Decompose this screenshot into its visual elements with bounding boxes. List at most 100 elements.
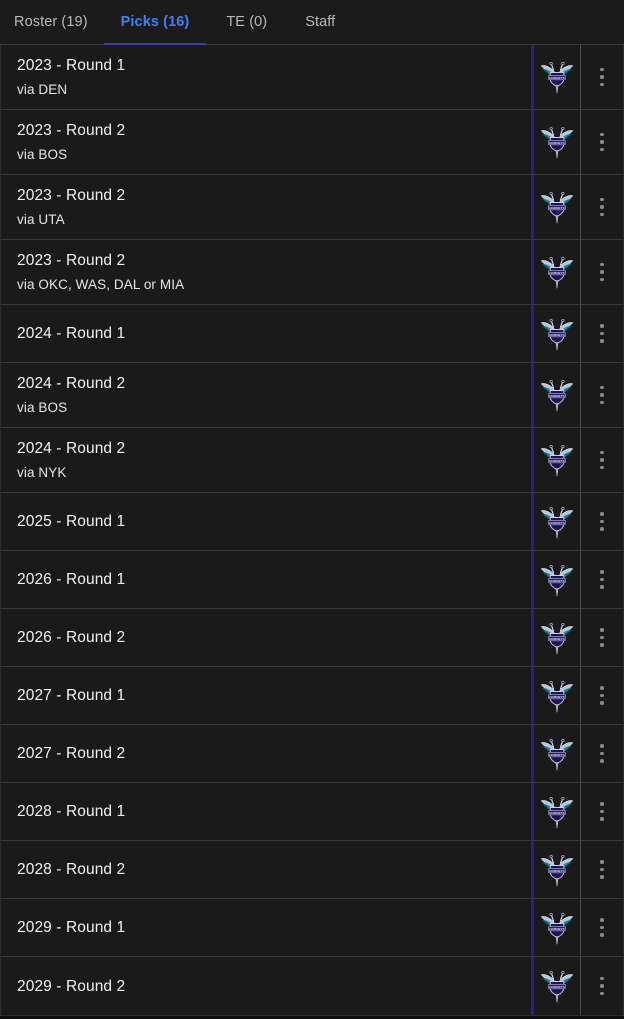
pick-via-team: via NYK: [17, 465, 67, 480]
row-menu-button[interactable]: [581, 841, 623, 898]
row-menu-button[interactable]: [581, 240, 623, 304]
hornets-logo-icon: HORNETS: [540, 796, 574, 828]
pick-info: 2026 - Round 2: [1, 609, 531, 666]
tab-te[interactable]: TE (0): [206, 0, 287, 45]
row-menu-button[interactable]: [581, 551, 623, 608]
team-logo-cell[interactable]: HORNETS: [531, 725, 581, 782]
pick-via-team: via UTA: [17, 212, 65, 227]
pick-via-team: via DEN: [17, 82, 68, 97]
pick-row[interactable]: 2024 - Round 1 HORNETS: [1, 305, 623, 363]
row-menu-button[interactable]: [581, 363, 623, 427]
pick-info: 2029 - Round 2: [1, 957, 531, 1015]
row-menu-button[interactable]: [581, 667, 623, 724]
pick-row[interactable]: 2027 - Round 2 HORNETS: [1, 725, 623, 783]
row-menu-button[interactable]: [581, 957, 623, 1015]
team-logo-cell[interactable]: HORNETS: [531, 899, 581, 956]
pick-row[interactable]: 2028 - Round 2 HORNETS: [1, 841, 623, 899]
pick-row[interactable]: 2024 - Round 2 via BOS HORNETS: [1, 363, 623, 428]
kebab-menu-icon: [600, 512, 604, 531]
pick-row[interactable]: 2026 - Round 2 HORNETS: [1, 609, 623, 667]
row-menu-button[interactable]: [581, 428, 623, 492]
kebab-menu-icon: [600, 132, 604, 152]
svg-text:HORNETS: HORNETS: [549, 206, 565, 210]
pick-row[interactable]: 2023 - Round 2 via UTA HORNETS: [1, 175, 623, 240]
pick-info: 2027 - Round 2: [1, 725, 531, 782]
pick-info: 2023 - Round 1 via DEN: [1, 45, 531, 109]
row-menu-button[interactable]: [581, 45, 623, 109]
team-logo-cell[interactable]: HORNETS: [531, 841, 581, 898]
pick-title: 2028 - Round 2: [17, 861, 126, 878]
pick-via-team: via BOS: [17, 400, 68, 415]
svg-text:HORNETS: HORNETS: [549, 636, 565, 640]
pick-info: 2025 - Round 1: [1, 493, 531, 550]
row-menu-button[interactable]: [581, 725, 623, 782]
hornets-logo-icon: HORNETS: [540, 61, 574, 94]
hornets-logo-icon: HORNETS: [540, 970, 574, 1003]
tab-roster[interactable]: Roster (19): [0, 0, 104, 45]
pick-row[interactable]: 2028 - Round 1 HORNETS: [1, 783, 623, 841]
tab-roster-label: Roster (19): [14, 14, 88, 30]
pick-row[interactable]: 2024 - Round 2 via NYK HORNETS: [1, 428, 623, 493]
row-menu-button[interactable]: [581, 899, 623, 956]
pick-info: 2024 - Round 2 via NYK: [1, 428, 531, 492]
row-menu-button[interactable]: [581, 175, 623, 239]
pick-info: 2024 - Round 1: [1, 305, 531, 362]
kebab-menu-icon: [600, 802, 604, 821]
svg-text:HORNETS: HORNETS: [549, 332, 565, 336]
hornets-logo-icon: HORNETS: [540, 912, 574, 944]
kebab-menu-icon: [600, 686, 604, 705]
team-logo-cell[interactable]: HORNETS: [531, 175, 581, 239]
pick-info: 2023 - Round 2 via UTA: [1, 175, 531, 239]
tab-staff[interactable]: Staff: [287, 0, 353, 45]
pick-info: 2028 - Round 2: [1, 841, 531, 898]
kebab-menu-icon: [600, 262, 604, 282]
pick-row[interactable]: 2025 - Round 1 HORNETS: [1, 493, 623, 551]
pick-title: 2025 - Round 1: [17, 513, 126, 530]
row-menu-button[interactable]: [581, 110, 623, 174]
pick-info: 2029 - Round 1: [1, 899, 531, 956]
pick-title: 2029 - Round 1: [17, 919, 126, 936]
kebab-menu-icon: [600, 570, 604, 589]
tab-staff-label: Staff: [305, 14, 336, 30]
hornets-logo-icon: HORNETS: [540, 256, 574, 289]
team-logo-cell[interactable]: HORNETS: [531, 428, 581, 492]
pick-row[interactable]: 2029 - Round 1 HORNETS: [1, 899, 623, 957]
hornets-logo-icon: HORNETS: [540, 318, 574, 350]
pick-row[interactable]: 2027 - Round 1 HORNETS: [1, 667, 623, 725]
pick-row[interactable]: 2029 - Round 2 HORNETS: [1, 957, 623, 1015]
hornets-logo-icon: HORNETS: [540, 379, 574, 412]
team-logo-cell[interactable]: HORNETS: [531, 305, 581, 362]
team-logo-cell[interactable]: HORNETS: [531, 240, 581, 304]
svg-text:HORNETS: HORNETS: [549, 752, 565, 756]
pick-row[interactable]: 2023 - Round 1 via DEN HORNETS: [1, 45, 623, 110]
svg-text:HORNETS: HORNETS: [549, 520, 565, 524]
row-menu-button[interactable]: [581, 493, 623, 550]
pick-info: 2024 - Round 2 via BOS: [1, 363, 531, 427]
team-logo-cell[interactable]: HORNETS: [531, 609, 581, 666]
row-menu-button[interactable]: [581, 305, 623, 362]
svg-text:HORNETS: HORNETS: [549, 694, 565, 698]
team-logo-cell[interactable]: HORNETS: [531, 45, 581, 109]
svg-text:HORNETS: HORNETS: [549, 985, 565, 989]
pick-title: 2026 - Round 2: [17, 629, 126, 646]
team-logo-cell[interactable]: HORNETS: [531, 551, 581, 608]
kebab-menu-icon: [600, 450, 604, 470]
pick-info: 2023 - Round 2 via OKC, WAS, DAL or MIA: [1, 240, 531, 304]
hornets-logo-icon: HORNETS: [540, 738, 574, 770]
kebab-menu-icon: [600, 197, 604, 217]
pick-title: 2023 - Round 2: [17, 187, 126, 204]
team-logo-cell[interactable]: HORNETS: [531, 957, 581, 1015]
pick-row[interactable]: 2023 - Round 2 via BOS HORNETS: [1, 110, 623, 175]
pick-row[interactable]: 2026 - Round 1 HORNETS: [1, 551, 623, 609]
team-logo-cell[interactable]: HORNETS: [531, 110, 581, 174]
pick-info: 2026 - Round 1: [1, 551, 531, 608]
row-menu-button[interactable]: [581, 609, 623, 666]
row-menu-button[interactable]: [581, 783, 623, 840]
tab-picks-label: Picks (16): [120, 14, 190, 30]
team-logo-cell[interactable]: HORNETS: [531, 667, 581, 724]
team-logo-cell[interactable]: HORNETS: [531, 783, 581, 840]
team-logo-cell[interactable]: HORNETS: [531, 363, 581, 427]
pick-row[interactable]: 2023 - Round 2 via OKC, WAS, DAL or MIA H…: [1, 240, 623, 305]
tab-picks[interactable]: Picks (16): [103, 0, 207, 46]
team-logo-cell[interactable]: HORNETS: [531, 493, 581, 550]
